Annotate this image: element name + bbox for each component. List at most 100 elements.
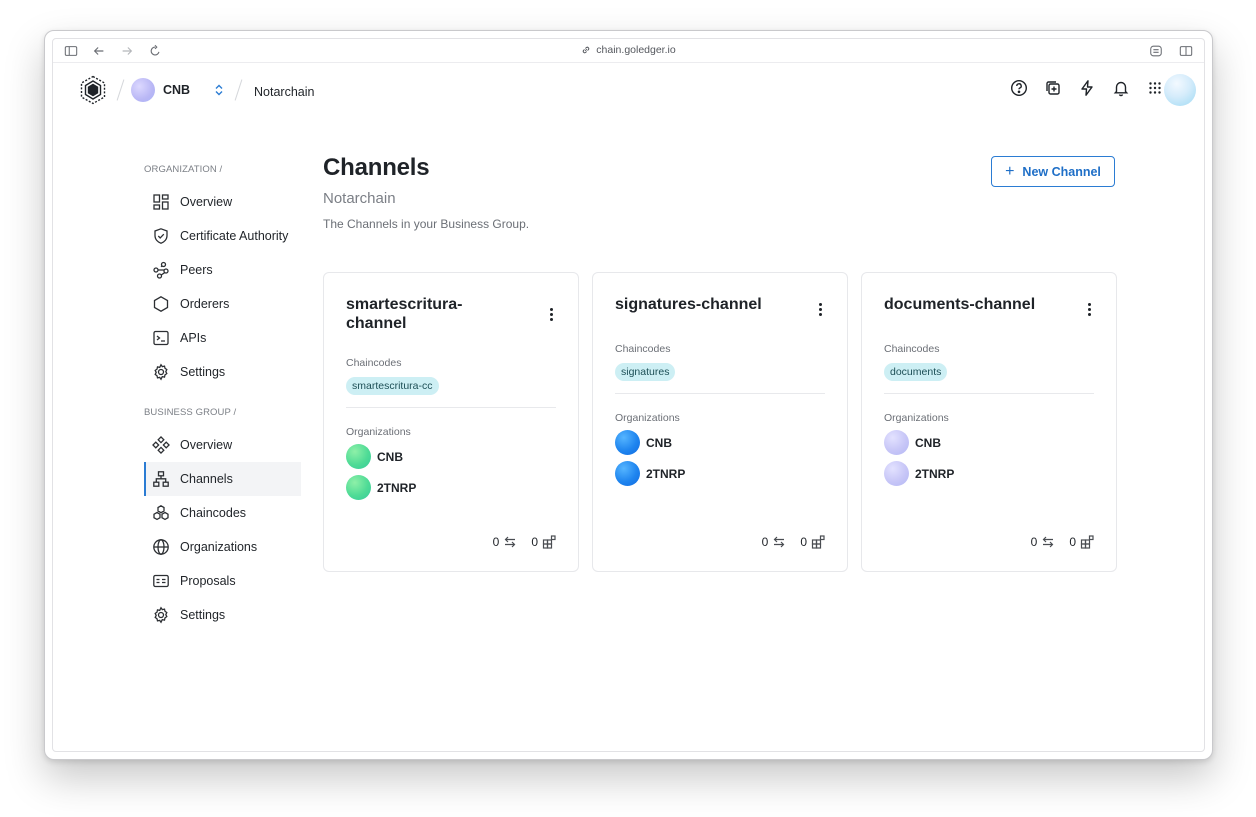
page-description: The Channels in your Business Group.	[323, 217, 530, 231]
sidebar-item-org-settings[interactable]: Settings	[144, 355, 301, 389]
sidebar-section-organization: ORGANIZATION /	[144, 164, 223, 175]
org-name: CNB	[646, 435, 672, 450]
sidebar-section-business-group: BUSINESS GROUP /	[144, 407, 237, 418]
more-vertical-icon[interactable]	[546, 305, 556, 323]
blocks-icon	[811, 535, 825, 549]
gear-icon	[152, 606, 170, 624]
sidebar-item-proposals[interactable]: Proposals	[144, 564, 301, 598]
sidebar-item-bg-settings[interactable]: Settings	[144, 598, 301, 632]
browser-window: chain.goledger.io CNB Notarchain ORGANIZ…	[44, 30, 1213, 760]
sidebar-item-chaincodes[interactable]: Chaincodes	[144, 496, 301, 530]
org-name: CNB	[377, 449, 403, 464]
channel-card[interactable]: signatures-channel Chaincodes signatures…	[592, 272, 848, 572]
gear-icon	[152, 363, 170, 381]
transactions-count: 0	[492, 535, 500, 549]
browser-viewport: chain.goledger.io CNB Notarchain ORGANIZ…	[52, 38, 1205, 752]
channel-card[interactable]: documents-channel Chaincodes documents O…	[861, 272, 1117, 572]
more-vertical-icon[interactable]	[815, 300, 825, 318]
transfer-arrows-icon	[504, 536, 516, 548]
blocks-count: 0	[1069, 535, 1076, 549]
org-avatar	[131, 78, 155, 102]
transactions-count: 0	[1030, 535, 1038, 549]
bell-icon[interactable]	[1112, 79, 1130, 97]
sidebar-item-label: Overview	[180, 195, 233, 209]
cubes-icon	[152, 504, 170, 522]
sidebar-item-org-overview[interactable]: Overview	[144, 185, 301, 219]
org-name: 2TNRP	[377, 480, 417, 495]
help-icon[interactable]	[1010, 79, 1028, 97]
sidebar-item-apis[interactable]: APIs	[144, 321, 301, 355]
grid-icon	[152, 193, 170, 211]
blocks-count: 0	[800, 535, 807, 549]
card-stats: 0 0	[762, 535, 825, 549]
sidebar-item-bg-overview[interactable]: Overview	[144, 428, 301, 462]
blocks-count: 0	[531, 535, 538, 549]
terminal-icon	[152, 329, 170, 347]
sidebar-item-organizations[interactable]: Organizations	[144, 530, 301, 564]
sidebar-item-label: Overview	[180, 438, 233, 452]
card-divider	[884, 393, 1094, 394]
more-vertical-icon[interactable]	[1084, 300, 1094, 318]
address-bar[interactable]: chain.goledger.io	[53, 44, 1204, 56]
sidebar-item-label: Orderers	[180, 297, 230, 311]
sidebar-item-label: Certificate Authority	[180, 229, 289, 243]
transfer-arrows-icon	[773, 536, 785, 548]
user-avatar[interactable]	[1164, 74, 1196, 106]
org-avatar	[615, 430, 640, 455]
org-avatar	[884, 461, 909, 486]
sidebar-item-label: APIs	[180, 331, 207, 345]
sidebar-item-label: Settings	[180, 608, 226, 622]
hierarchy-icon	[152, 470, 170, 488]
organization-item[interactable]: 2TNRP	[884, 461, 1094, 486]
channel-card[interactable]: smartescritura- channel Chaincodes smart…	[323, 272, 579, 572]
org-avatar	[884, 430, 909, 455]
chaincode-badge[interactable]: documents	[884, 363, 948, 381]
transfer-arrows-icon	[1042, 536, 1054, 548]
sidebar-item-channels[interactable]: Channels	[144, 462, 301, 496]
chaincodes-label: Chaincodes	[884, 343, 940, 355]
shield-check-icon	[152, 227, 170, 245]
sidebar-item-label: Organizations	[180, 540, 258, 554]
sidebar-item-label: Peers	[180, 263, 213, 277]
organization-item[interactable]: CNB	[615, 430, 825, 455]
app-header: CNB Notarchain	[53, 63, 1204, 117]
split-view-icon[interactable]	[1178, 43, 1194, 59]
chaincode-badge[interactable]: smartescritura-cc	[346, 377, 439, 395]
sidebar-item-orderers[interactable]: Orderers	[144, 287, 301, 321]
new-channel-button[interactable]: + New Channel	[991, 156, 1115, 187]
organizations-label: Organizations	[615, 412, 680, 424]
chaincode-badge[interactable]: signatures	[615, 363, 676, 381]
sidebar-item-label: Settings	[180, 365, 226, 379]
org-name: CNB	[163, 83, 191, 97]
lightning-icon[interactable]	[1078, 79, 1096, 97]
breadcrumb-business-group[interactable]: Notarchain	[254, 85, 314, 99]
channel-name: smartescritura- channel	[346, 295, 556, 333]
org-name: 2TNRP	[646, 466, 686, 481]
org-switcher[interactable]: CNB	[131, 78, 226, 102]
organization-item[interactable]: CNB	[346, 444, 556, 469]
organization-item[interactable]: 2TNRP	[346, 475, 556, 500]
org-avatar	[346, 475, 371, 500]
chevron-up-down-icon	[215, 84, 223, 96]
organization-item[interactable]: 2TNRP	[615, 461, 825, 486]
sidebar-item-peers[interactable]: Peers	[144, 253, 301, 287]
org-avatar	[615, 461, 640, 486]
org-name: CNB	[915, 435, 941, 450]
chaincodes-label: Chaincodes	[615, 343, 671, 355]
goledger-logo-icon[interactable]	[78, 75, 108, 105]
browser-toolbar: chain.goledger.io	[53, 39, 1204, 63]
organization-item[interactable]: CNB	[884, 430, 1094, 455]
blocks-icon	[542, 535, 556, 549]
reader-icon[interactable]	[1148, 43, 1164, 59]
channel-name-line: channel	[346, 315, 407, 332]
card-divider	[615, 393, 825, 394]
add-copy-icon[interactable]	[1044, 79, 1062, 97]
breadcrumb-separator	[116, 79, 125, 101]
sidebar-item-label: Channels	[180, 472, 233, 486]
organizations-label: Organizations	[346, 426, 411, 438]
channel-name: documents-channel	[884, 296, 1036, 313]
channel-name: signatures-channel	[615, 296, 762, 313]
apps-grid-icon[interactable]	[1146, 79, 1164, 97]
sidebar-item-certificate-authority[interactable]: Certificate Authority	[144, 219, 301, 253]
card-stats: 0 0	[1031, 535, 1094, 549]
